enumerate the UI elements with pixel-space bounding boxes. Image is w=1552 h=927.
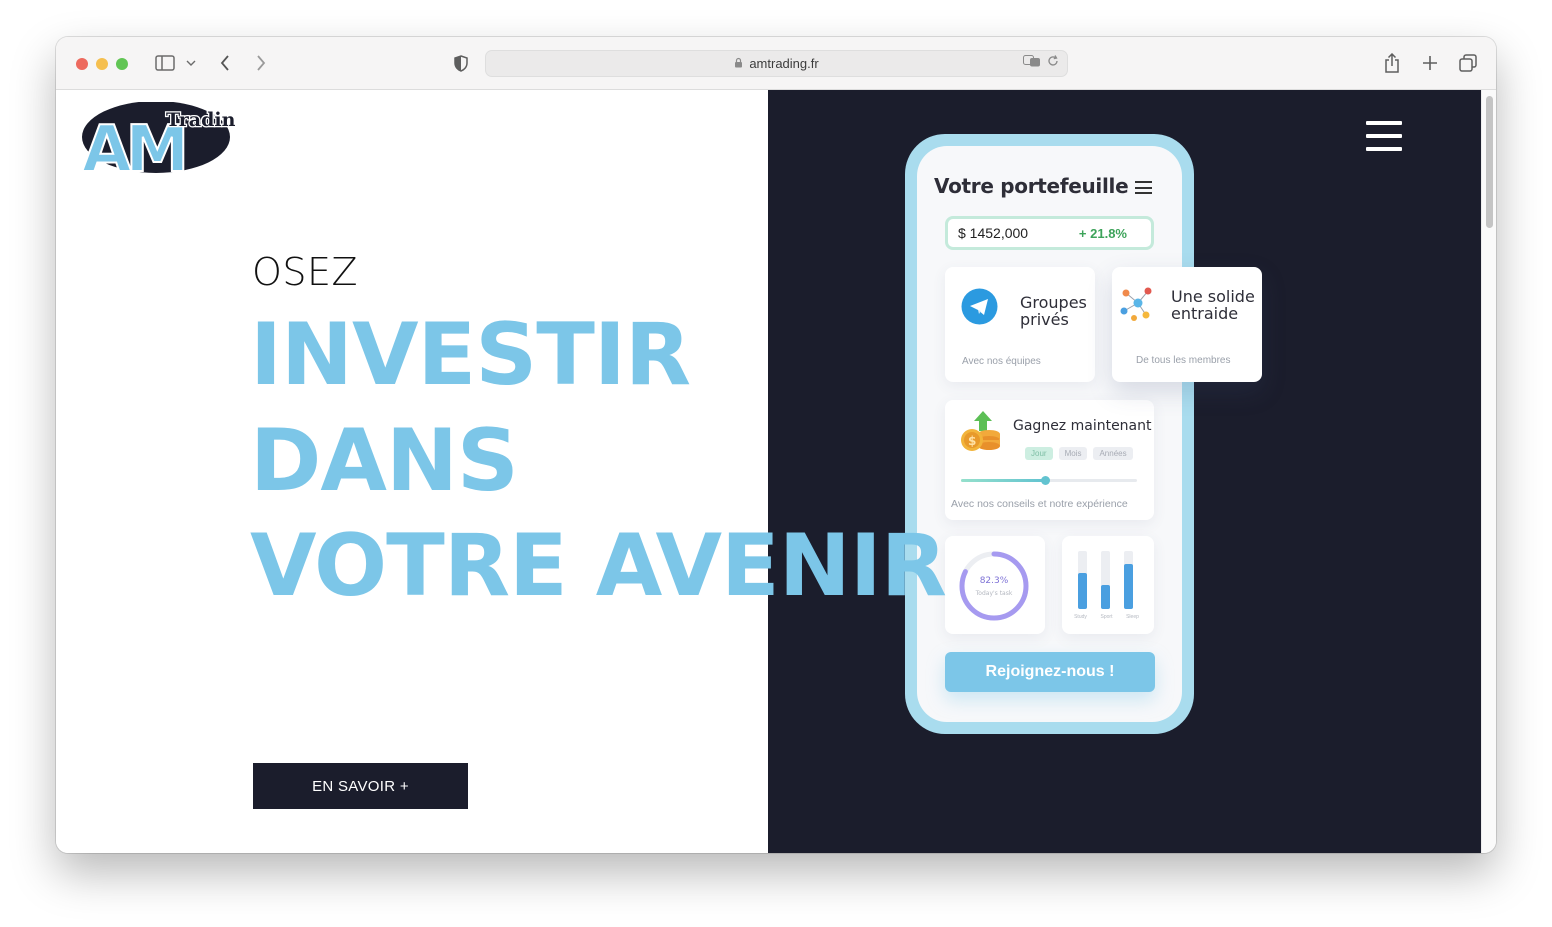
earn-title: Gagnez maintenant (1013, 418, 1152, 434)
tab-day[interactable]: Jour (1025, 447, 1053, 460)
chevron-down-icon[interactable] (184, 51, 198, 75)
mutual-help-title-line1: Une solide (1171, 287, 1255, 306)
hero-line-3: VOTRE AVENIR (250, 516, 947, 616)
mutual-help-title: Une solide entraide (1171, 288, 1255, 322)
private-groups-title: Groupes privés (1020, 294, 1087, 328)
scrollbar-thumb[interactable] (1486, 96, 1493, 228)
private-groups-sub: Avec nos équipes (962, 356, 1041, 367)
lock-icon (734, 56, 743, 71)
svg-text:$: $ (968, 434, 976, 448)
earn-sub: Avec nos conseils et notre expérience (951, 498, 1128, 510)
logo-word: Trading (166, 109, 235, 131)
amtrading-logo[interactable]: AM Trading (80, 101, 250, 188)
bar-label-sleep: Sleep (1126, 614, 1139, 620)
bar-label-sport: Sport (1100, 614, 1113, 620)
learn-more-button[interactable]: EN SAVOIR + (253, 763, 468, 809)
portfolio-title: Votre portefeuille (934, 174, 1129, 198)
new-tab-icon[interactable] (1420, 51, 1440, 75)
url-text: amtrading.fr (749, 56, 819, 71)
minimize-window-button[interactable] (96, 58, 108, 70)
hero-line-1: INVESTIR (250, 305, 691, 405)
phone-menu-icon (1135, 181, 1152, 194)
sidebar-icon[interactable] (152, 51, 178, 75)
mutual-help-card: Une solide entraide De tous les membres (1112, 267, 1262, 382)
back-icon[interactable] (216, 51, 234, 75)
donut-value: 82.3% (980, 576, 1009, 586)
bar-sleep (1124, 563, 1133, 609)
bar-label-study: Study (1074, 614, 1087, 620)
tab-month[interactable]: Mois (1058, 447, 1088, 460)
hero-line-2: DANS (250, 411, 519, 511)
coins-growth-icon: $ (959, 409, 1005, 460)
earn-progress-slider[interactable] (961, 476, 1137, 485)
phone-screen: Votre portefeuille $ 1452,000 + 21.8% Gr… (917, 146, 1182, 722)
private-groups-title-line2: privés (1020, 310, 1069, 329)
donut-caption: Today's task (975, 590, 1013, 597)
task-donut-chart: 82.3% Today's task (959, 551, 1029, 621)
bar-study (1078, 573, 1087, 609)
privacy-shield-icon[interactable] (452, 51, 470, 75)
period-tabs: Jour Mois Années (1025, 447, 1133, 460)
tab-overview-icon[interactable] (1457, 51, 1479, 75)
phone-mockup: Votre portefeuille $ 1452,000 + 21.8% Gr… (905, 134, 1194, 734)
address-bar[interactable]: amtrading.fr (485, 50, 1068, 77)
activity-bar-chart (1078, 551, 1133, 609)
zoom-window-button[interactable] (116, 58, 128, 70)
close-window-button[interactable] (76, 58, 88, 70)
earn-card: $ Gagnez maintenant Jour Mois Années Ave… (945, 400, 1154, 520)
page-scrollbar[interactable] (1481, 90, 1496, 853)
slider-knob[interactable] (1041, 476, 1051, 485)
tab-years[interactable]: Années (1093, 447, 1133, 460)
menu-icon[interactable] (1366, 121, 1402, 151)
join-button[interactable]: Rejoignez-nous ! (945, 652, 1155, 692)
private-groups-card: Groupes privés Avec nos équipes (945, 267, 1095, 382)
donut-card: 82.3% Today's task (945, 536, 1045, 634)
browser-window: amtrading.fr AM Tradin OSEZ INVESTIR DAN… (56, 37, 1496, 853)
forward-icon[interactable] (252, 51, 270, 75)
hero-kicker: OSEZ (252, 250, 359, 294)
bar-study-track (1078, 551, 1087, 609)
private-groups-title-line1: Groupes (1020, 293, 1087, 312)
balance-change: + 21.8% (1078, 225, 1127, 241)
bar-sport-track (1101, 551, 1110, 609)
mutual-help-title-line2: entraide (1171, 304, 1239, 323)
mutual-help-sub: De tous les membres (1136, 355, 1231, 366)
bar-sport (1101, 584, 1110, 609)
browser-toolbar: amtrading.fr (56, 37, 1496, 90)
bar-labels: Study Sport Sleep (1072, 614, 1141, 620)
web-page: AM Trading OSEZ INVESTIR DANS Votre port… (56, 90, 1496, 853)
balance-amount: $ 1452,000 (958, 225, 1029, 241)
translate-icon[interactable] (1023, 55, 1041, 70)
network-people-icon (1118, 285, 1156, 328)
bar-sleep-track (1124, 551, 1133, 609)
bars-card: Study Sport Sleep (1062, 536, 1154, 634)
telegram-icon (961, 288, 998, 330)
reload-icon[interactable] (1047, 55, 1059, 70)
share-icon[interactable] (1382, 51, 1402, 75)
balance-box: $ 1452,000 + 21.8% (945, 216, 1154, 250)
slider-fill (961, 479, 1046, 482)
